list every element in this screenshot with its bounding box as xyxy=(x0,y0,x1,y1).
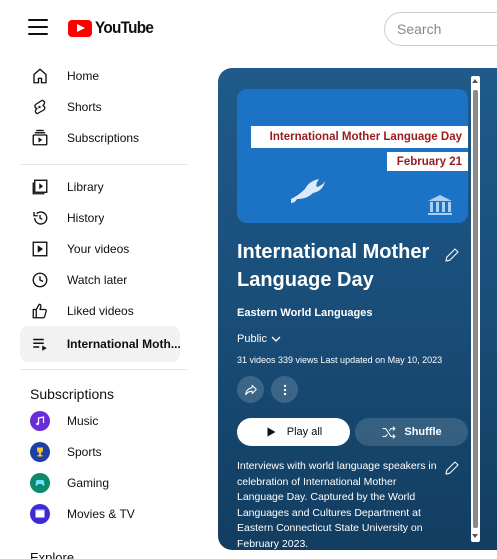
shuffle-button[interactable]: Shuffle xyxy=(355,418,468,446)
playlist-title: International Mother Language Day xyxy=(237,241,430,291)
chevron-down-icon xyxy=(271,336,281,342)
play-all-button[interactable]: Play all xyxy=(237,418,350,446)
sidebar-item-liked-videos[interactable]: Liked videos xyxy=(20,293,180,329)
search-input[interactable]: Search xyxy=(384,12,497,46)
sidebar-item-label: Watch later xyxy=(67,273,128,287)
logo-text: YouTube xyxy=(95,18,154,37)
playlist-stats: 31 videos 339 views Last updated on May … xyxy=(237,355,443,365)
sports-icon xyxy=(30,442,50,462)
music-icon xyxy=(30,411,50,431)
home-icon xyxy=(30,66,50,86)
sidebar-item-label: Music xyxy=(67,414,99,428)
shuffle-label: Shuffle xyxy=(404,426,442,438)
privacy-dropdown[interactable]: Public xyxy=(237,333,281,345)
subscriptions-heading: Subscriptions xyxy=(30,386,115,402)
history-icon xyxy=(30,208,50,228)
sidebar-item-label: History xyxy=(67,211,105,225)
movies-tv-avatar xyxy=(30,504,50,524)
youtube-logo[interactable]: YouTube xyxy=(68,16,160,40)
liked-videos-icon xyxy=(30,301,50,321)
sidebar-item-label: Home xyxy=(67,69,100,83)
edit-description-icon[interactable] xyxy=(443,459,461,477)
dove-icon xyxy=(291,179,325,203)
your-videos-icon xyxy=(30,239,50,259)
shuffle-icon xyxy=(382,425,396,439)
subscriptions-icon xyxy=(30,128,50,148)
explore-heading: Explore xyxy=(30,550,75,559)
play-icon xyxy=(267,427,276,437)
channel-name[interactable]: Eastern World Languages xyxy=(237,307,373,319)
sidebar-item-movies-tv[interactable]: Movies & TV xyxy=(20,496,180,532)
sidebar-item-label: Library xyxy=(67,180,104,194)
sidebar-item-label: Movies & TV xyxy=(67,507,135,521)
edit-title-icon[interactable] xyxy=(443,246,461,264)
movies-tv-icon xyxy=(30,504,50,524)
share-button[interactable] xyxy=(237,376,264,403)
sidebar-item-label: International Moth... xyxy=(66,337,180,351)
library-icon xyxy=(30,177,50,197)
divider xyxy=(20,164,187,165)
youtube-play-icon xyxy=(68,19,92,37)
playlist-description: Interviews with world language speakers … xyxy=(237,460,437,550)
sidebar-item-label: Your videos xyxy=(67,242,130,256)
sports-avatar xyxy=(30,442,50,462)
share-icon xyxy=(244,384,257,395)
gaming-icon xyxy=(30,473,50,493)
more-actions-button[interactable] xyxy=(271,376,298,403)
more-vert-icon xyxy=(283,384,286,395)
top-bar: YouTube Search xyxy=(0,0,497,56)
scroll-down-arrow-icon[interactable] xyxy=(472,534,478,538)
sidebar-item-label: Shorts xyxy=(67,100,102,114)
divider xyxy=(20,369,187,370)
sidebar-item-label: Gaming xyxy=(67,476,110,490)
play-all-label: Play all xyxy=(286,426,323,438)
privacy-label: Public xyxy=(237,333,267,345)
thumbnail-title-band: International Mother Language Day xyxy=(251,126,468,148)
scroll-thumb[interactable] xyxy=(473,90,478,528)
unesco-logo-icon xyxy=(428,195,452,215)
playlist-icon xyxy=(30,334,50,354)
music-avatar xyxy=(30,411,50,431)
playlist-thumbnail[interactable]: International Mother Language Day Februa… xyxy=(237,89,468,223)
watch-later-icon xyxy=(30,270,50,290)
panel-scrollbar[interactable] xyxy=(471,76,480,542)
sidebar-item-label: Subscriptions xyxy=(67,131,140,145)
scroll-up-arrow-icon[interactable] xyxy=(472,79,478,83)
sidebar-item-label: Liked videos xyxy=(67,304,134,318)
sidebar: Home Shorts Subscriptions Library Histor… xyxy=(0,56,200,559)
sidebar-item-international-mother-language-day[interactable]: International Moth... xyxy=(20,326,180,362)
shorts-icon xyxy=(30,97,50,117)
sidebar-item-label: Sports xyxy=(67,445,102,459)
playlist-header-panel: International Mother Language Day Februa… xyxy=(218,68,497,550)
menu-icon[interactable] xyxy=(28,19,48,37)
sidebar-item-subscriptions[interactable]: Subscriptions xyxy=(20,120,180,156)
gaming-avatar xyxy=(30,473,50,493)
thumbnail-date-band: February 21 xyxy=(387,152,468,171)
